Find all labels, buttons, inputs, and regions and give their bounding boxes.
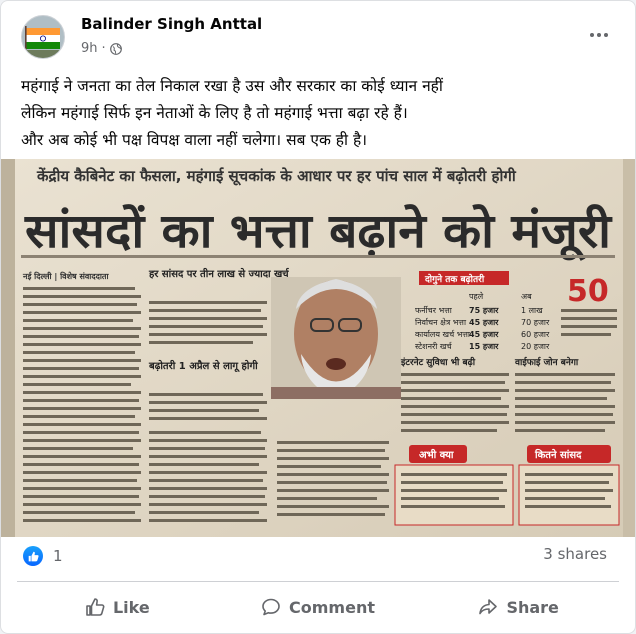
box-internet-heading: इंटरनेट सुविधा भी बढ़ी <box>400 356 476 368</box>
globe-icon[interactable] <box>109 42 122 55</box>
svg-text:फर्नीचर भत्ता: फर्नीचर भत्ता <box>415 305 453 315</box>
share-button[interactable]: Share <box>418 585 619 629</box>
comment-icon <box>261 597 281 617</box>
post-time[interactable]: 9h <box>81 41 98 56</box>
reaction-count: 1 <box>53 547 63 565</box>
newspaper-clipping-image: केंद्रीय कैबिनेट का फैसला, महंगाई सूचकां… <box>1 159 635 537</box>
svg-text:स्टेशनरी खर्च: स्टेशनरी खर्च <box>415 341 453 351</box>
svg-text:निर्वाचन क्षेत्र भत्ता: निर्वाचन क्षेत्र भत्ता <box>415 317 467 327</box>
thumbs-up-icon <box>85 597 105 617</box>
newspaper-dateline: नई दिल्ली | विशेष संवाददाता <box>22 271 109 281</box>
more-options-button[interactable] <box>581 23 617 47</box>
svg-text:45 हजार: 45 हजार <box>469 330 499 339</box>
box-kitne-heading: कितने सांसद <box>534 448 582 461</box>
share-count[interactable]: 3 shares <box>543 545 607 563</box>
box-wifi-heading: वाईफाई जोन बनेगा <box>514 356 579 368</box>
svg-text:कार्यालय खर्च भत्ता: कार्यालय खर्च भत्ता <box>415 329 471 339</box>
svg-text:70 हजार: 70 हजार <box>521 318 550 327</box>
post-text-line: महंगाई ने जनता का तेल निकाल रखा है उस और… <box>21 77 443 95</box>
post-text: महंगाई ने जनता का तेल निकाल रखा है उस और… <box>21 73 621 154</box>
svg-text:1 लाख: 1 लाख <box>521 306 543 315</box>
dot-icon <box>597 33 601 37</box>
like-button[interactable]: Like <box>17 585 218 629</box>
post-text-line: लेकिन महंगाई सिर्फ इन नेताओं के लिए है त… <box>21 104 408 122</box>
politician-photo <box>271 277 401 399</box>
post-photo[interactable]: केंद्रीय कैबिनेट का फैसला, महंगाई सूचकां… <box>1 159 635 537</box>
comment-button[interactable]: Comment <box>218 585 419 629</box>
share-label: Share <box>506 597 559 617</box>
newspaper-subhead-cost: हर सांसद पर तीन लाख से ज्यादा खर्च <box>148 267 290 280</box>
newspaper-headline: सांसदों का भत्ता बढ़ाने को मंजूरी <box>24 204 613 261</box>
post-header: Balinder Singh Anttal 9h · <box>1 1 635 65</box>
post-card: Balinder Singh Anttal 9h · महंगाई ने जनत… <box>0 0 636 634</box>
like-label: Like <box>112 597 150 617</box>
post-actions: Like Comment Share <box>17 585 619 629</box>
post-text-line: और अब कोई भी पक्ष विपक्ष वाला नहीं चलेगा… <box>21 131 368 149</box>
newspaper-topline: केंद्रीय कैबिनेट का फैसला, महंगाई सूचकां… <box>36 167 517 186</box>
box-abhi-heading: अभी क्या <box>419 448 454 461</box>
post-meta: 9h · <box>81 41 122 56</box>
author-name[interactable]: Balinder Singh Anttal <box>81 15 262 33</box>
dot-icon <box>590 33 594 37</box>
newspaper-subhead-date: बढ़ोतरी 1 अप्रैल से लागू होगी <box>148 359 258 373</box>
table-title: दोगुने तक बढ़ोतरी <box>424 273 485 285</box>
author-avatar[interactable] <box>21 15 65 59</box>
svg-text:अब: अब <box>521 292 532 301</box>
svg-text:20 हजार: 20 हजार <box>521 342 550 351</box>
reaction-summary[interactable]: 1 <box>23 543 63 569</box>
svg-text:15 हजार: 15 हजार <box>469 342 499 351</box>
action-divider <box>17 581 619 582</box>
flag-avatar-image <box>22 16 64 58</box>
big-number: 50 <box>567 274 609 309</box>
svg-text:45 हजार: 45 हजार <box>469 318 499 327</box>
share-icon <box>478 597 498 617</box>
svg-text:75 हजार: 75 हजार <box>469 306 499 315</box>
dot-icon <box>604 33 608 37</box>
comment-label: Comment <box>289 597 375 617</box>
svg-text:60 हजार: 60 हजार <box>521 330 550 339</box>
like-badge-icon <box>23 546 43 566</box>
svg-text:पहले: पहले <box>469 291 484 301</box>
